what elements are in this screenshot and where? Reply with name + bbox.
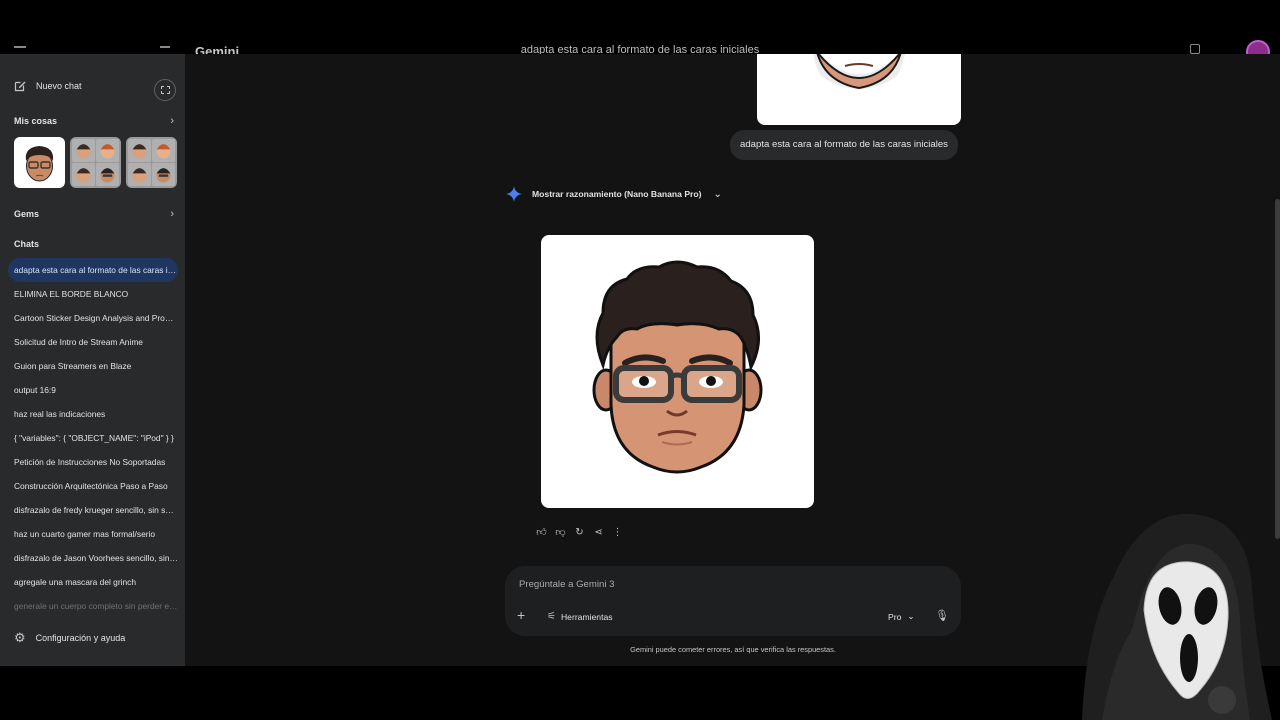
chat-item[interactable]: output 16:9 <box>8 378 178 402</box>
conversation-title: adapta esta cara al formato de las caras… <box>520 44 760 54</box>
chevron-down-icon: ⌄ <box>907 611 915 621</box>
chat-item[interactable]: ELIMINA EL BORDE BLANCO <box>8 282 178 306</box>
gemini-spark-icon <box>506 186 522 202</box>
regenerate-icon[interactable]: ↻ <box>573 524 586 540</box>
chat-item[interactable]: Construcción Arquitectónica Paso a Paso <box>8 474 178 498</box>
chevron-right-icon: › <box>170 115 174 127</box>
share-conversation-icon[interactable] <box>1190 44 1200 54</box>
chat-item[interactable]: Petición de Instrucciones No Soportadas <box>8 450 178 474</box>
more-vert-icon[interactable]: ⋮ <box>611 524 624 540</box>
tools-label: Herramientas <box>560 611 613 622</box>
tools-icon: ⚟ <box>547 611 556 622</box>
my-stuff-thumbnails <box>14 137 177 188</box>
chat-item[interactable]: Solicitud de Intro de Stream Anime <box>8 330 178 354</box>
thumbnail-face-grid-2[interactable] <box>126 137 177 188</box>
scrollbar[interactable] <box>1275 199 1280 539</box>
model-label: Pro <box>888 611 902 622</box>
my-stuff-header[interactable]: Mis cosas › <box>14 115 174 127</box>
sidebar: Nuevo chat Mis cosas › Gems › Chats adap… <box>0 54 185 666</box>
prompt-input[interactable]: Pregúntale a Gemini 3 <box>519 579 614 590</box>
gear-icon: ⚙ <box>14 630 26 645</box>
chat-item[interactable]: generale un cuerpo completo sin perder e… <box>8 594 178 618</box>
chevron-down-icon: ⌄ <box>713 188 722 200</box>
avatar[interactable] <box>1246 40 1270 54</box>
chat-item[interactable]: { "variables": { "OBJECT_NAME": "iPod" }… <box>8 426 178 450</box>
thumbs-up-icon[interactable]: 👍︎ <box>535 524 548 540</box>
gems-label: Gems <box>14 209 40 219</box>
chat-item[interactable]: Cartoon Sticker Design Analysis and Prom… <box>8 306 178 330</box>
settings-and-help-button[interactable]: ⚙ Configuración y ayuda <box>14 630 125 646</box>
new-chat-button[interactable]: Nuevo chat <box>14 80 82 92</box>
thumbs-down-icon[interactable]: 👎︎ <box>554 524 567 540</box>
top-letterbox: Gemini adapta esta cara al formato de la… <box>0 0 1280 54</box>
sidebar-toggle-button[interactable] <box>154 79 176 101</box>
thumbnail-cartoon-face[interactable] <box>14 137 65 188</box>
chat-item[interactable]: haz real las indicaciones <box>8 402 178 426</box>
chat-item[interactable]: adapta esta cara al formato de las caras… <box>8 258 178 282</box>
chat-item[interactable]: agregale una mascara del grinch <box>8 570 178 594</box>
new-chat-label: Nuevo chat <box>36 81 82 91</box>
prompt-composer: Pregúntale a Gemini 3 + ⚟ Herramientas P… <box>505 566 961 636</box>
chats-header: Chats <box>14 239 174 249</box>
edit-square-icon <box>14 81 26 92</box>
model-selector[interactable]: Pro ⌄ <box>888 611 915 622</box>
share-icon[interactable]: ⋖ <box>592 524 605 540</box>
plus-icon[interactable]: + <box>517 607 525 623</box>
response-actions: 👍︎ 👎︎ ↻ ⋖ ⋮ <box>535 524 624 540</box>
chat-item[interactable]: disfrazalo de fredy krueger sencillo, si… <box>8 498 178 522</box>
user-uploaded-image[interactable] <box>757 54 961 125</box>
chat-item[interactable]: Guion para Streamers en Blaze <box>8 354 178 378</box>
streamer-overlay-figure <box>1072 510 1280 720</box>
reasoning-label: Mostrar razonamiento (Nano Banana Pro) <box>532 189 702 199</box>
mic-icon[interactable]: 🎙︎ <box>935 609 949 622</box>
sidebar-toggle-icon <box>160 86 170 94</box>
chat-item[interactable]: disfrazalo de Jason Voorhees sencillo, s… <box>8 546 178 570</box>
chat-item[interactable]: haz un cuarto gamer mas formal/serio <box>8 522 178 546</box>
show-reasoning-toggle[interactable]: Mostrar razonamiento (Nano Banana Pro) ⌄ <box>506 186 722 202</box>
chat-list: adapta esta cara al formato de las caras… <box>8 258 178 618</box>
thumbnail-face-grid-1[interactable] <box>70 137 121 188</box>
user-message: adapta esta cara al formato de las caras… <box>730 130 958 160</box>
disclaimer: Gemini puede cometer errores, así que ve… <box>630 645 836 654</box>
tools-button[interactable]: ⚟ Herramientas <box>547 611 613 622</box>
chevron-right-icon: › <box>170 208 174 220</box>
generated-image[interactable] <box>541 235 814 508</box>
settings-label: Configuración y ayuda <box>35 633 126 643</box>
chats-label: Chats <box>14 239 40 249</box>
gems-header[interactable]: Gems › <box>14 208 174 220</box>
my-stuff-label: Mis cosas <box>14 116 58 126</box>
